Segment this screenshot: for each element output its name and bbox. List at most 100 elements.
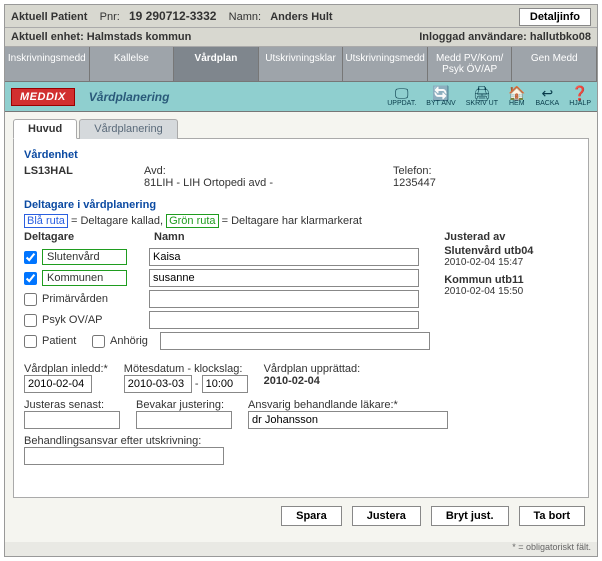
vardplan-inledd-input[interactable] [24, 375, 92, 393]
justerad-1-title: Slutenvård utb04 [444, 245, 578, 257]
label-primarvarden: Primärvården [42, 293, 127, 305]
byt-anv-button[interactable]: 🔄 BYT ANV [426, 86, 455, 107]
behandling-input[interactable] [24, 447, 224, 465]
check-primarvarden[interactable] [24, 293, 37, 306]
uppdat-button[interactable]: 🖵 UPPDAT. [387, 86, 416, 107]
name-primarvarden[interactable] [149, 290, 419, 308]
deltagare-title: Deltagare i vårdplanering [24, 199, 578, 211]
participant-row-slutenvard: Slutenvård [24, 248, 430, 266]
back-icon: ↩ [541, 86, 553, 100]
tab-utskrivningsklar[interactable]: Utskrivningsklar [259, 47, 344, 82]
participant-row-psyk: Psyk OV/AP [24, 311, 430, 329]
justerad-column: Justerad av Slutenvård utb04 2010-02-04 … [444, 231, 578, 353]
inner-tabs: Huvud Vårdplanering [13, 119, 589, 139]
tab-inskrivningsmedd[interactable]: Inskrivningsmedd [5, 47, 90, 82]
name-anhorig[interactable] [160, 332, 430, 350]
check-patient[interactable] [24, 335, 37, 348]
spara-button[interactable]: Spara [281, 506, 342, 526]
inner-tab-vardplanering[interactable]: Vårdplanering [79, 119, 178, 139]
label-psyk: Psyk OV/AP [42, 314, 127, 326]
footnote: * = obligatoriskt fält. [5, 542, 597, 556]
check-slutenvard[interactable] [24, 251, 37, 264]
tab-medd-pvkom[interactable]: Medd PV/Kom/ Psyk ÖV/AP [428, 47, 513, 82]
hjalp-button[interactable]: ❓ HJÄLP [569, 86, 591, 107]
justerad-1-date: 2010-02-04 15:47 [444, 257, 578, 268]
namn-label: Namn: [229, 11, 261, 23]
check-kommunen[interactable] [24, 272, 37, 285]
sub-toolbar: MEDDIX Vårdplanering 🖵 UPPDAT. 🔄 BYT ANV… [5, 82, 597, 112]
ansvarig-input[interactable] [248, 411, 448, 429]
motesdatum-input[interactable] [124, 375, 192, 393]
switch-user-icon: 🔄 [432, 86, 449, 100]
toolbar-icons: 🖵 UPPDAT. 🔄 BYT ANV 🖨 SKRIV UT 🏠 HEM ↩ B… [387, 86, 591, 107]
aktuell-enhet-value: Halmstads kommun [87, 31, 192, 43]
telefon-value: 1235447 [393, 177, 436, 189]
footer-buttons: Spara Justera Bryt just. Ta bort [13, 498, 589, 530]
help-icon: ❓ [571, 86, 588, 100]
motes-sep: - [195, 378, 199, 390]
legend-blue-text: = Deltagare kallad, [71, 215, 166, 227]
legend-green: Grön ruta [166, 214, 218, 228]
participant-row-primarvarden: Primärvården [24, 290, 430, 308]
ta-bort-button[interactable]: Ta bort [519, 506, 585, 526]
inner-tab-huvud[interactable]: Huvud [13, 119, 77, 139]
motestid-input[interactable] [202, 375, 248, 393]
legend-blue: Blå ruta [24, 214, 68, 228]
justeras-senast-input[interactable] [24, 411, 120, 429]
label-patient: Patient [42, 335, 92, 347]
detaljinfo-button[interactable]: Detaljinfo [519, 8, 591, 26]
print-icon: 🖨 [473, 86, 491, 100]
justera-button[interactable]: Justera [352, 506, 421, 526]
inloggad-user: hallutbko08 [530, 31, 591, 43]
col-deltagare: Deltagare [24, 231, 154, 243]
upprattad-label: Vårdplan upprättad: [264, 363, 361, 375]
legend: Blå ruta = Deltagare kallad, Grön ruta =… [24, 215, 578, 227]
name-psyk[interactable] [149, 311, 419, 329]
aktuell-patient-label: Aktuell Patient [11, 11, 87, 23]
app-frame: Aktuell Patient Pnr: 19 290712-3332 Namn… [4, 4, 598, 557]
legend-green-text: = Deltagare har klarmarkerat [222, 215, 362, 227]
namn-value: Anders Hult [270, 11, 332, 23]
justerad-av-title: Justerad av [444, 231, 578, 243]
upprattad-value: 2010-02-04 [264, 375, 361, 387]
tab-vardplan[interactable]: Vårdplan [174, 47, 259, 82]
backa-button[interactable]: ↩ BACKA [535, 86, 559, 107]
check-anhorig[interactable] [92, 335, 105, 348]
vardenhet-title: Vårdenhet [24, 149, 578, 161]
justeras-senast-label: Justeras senast: [24, 399, 120, 411]
participant-row-patient-anhorig: Patient Anhörig [24, 332, 430, 350]
unit-header: Aktuell enhet: Halmstads kommun Inloggad… [5, 28, 597, 47]
aktuell-enhet-label: Aktuell enhet: [11, 31, 84, 43]
label-slutenvard: Slutenvård [42, 249, 127, 265]
justerad-2-date: 2010-02-04 15:50 [444, 286, 578, 297]
tab-kallelse[interactable]: Kallelse [90, 47, 175, 82]
skriv-ut-button[interactable]: 🖨 SKRIV UT [466, 86, 498, 107]
content-area: Huvud Vårdplanering Vårdenhet LS13HAL Av… [5, 112, 597, 542]
unit-code: LS13HAL [24, 165, 73, 177]
telefon-label: Telefon: [393, 165, 436, 177]
avd-value: 81LIH - LIH Ortopedi avd - [144, 177, 273, 189]
patient-header: Aktuell Patient Pnr: 19 290712-3332 Namn… [5, 5, 597, 28]
brand-logo: MEDDIX [11, 88, 75, 106]
bevakar-label: Bevakar justering: [136, 399, 232, 411]
subbar-title: Vårdplanering [89, 90, 170, 104]
motesdatum-label: Mötesdatum - klockslag: [124, 363, 248, 375]
refresh-icon: 🖵 [395, 86, 409, 100]
name-slutenvard[interactable] [149, 248, 419, 266]
label-kommunen: Kommunen [42, 270, 127, 286]
pnr-value: 19 290712-3332 [129, 9, 216, 23]
participant-row-kommunen: Kommunen [24, 269, 430, 287]
bryt-just-button[interactable]: Bryt just. [431, 506, 509, 526]
bevakar-input[interactable] [136, 411, 232, 429]
avd-label: Avd: [144, 165, 273, 177]
tab-utskrivningsmedd[interactable]: Utskrivningsmedd [343, 47, 428, 82]
vardplan-inledd-label: Vårdplan inledd:* [24, 363, 108, 375]
tab-gen-medd[interactable]: Gen Medd [512, 47, 597, 82]
col-namn: Namn [154, 231, 185, 243]
hem-button[interactable]: 🏠 HEM [508, 86, 525, 107]
name-kommunen[interactable] [149, 269, 419, 287]
check-psyk[interactable] [24, 314, 37, 327]
home-icon: 🏠 [508, 86, 525, 100]
behandling-label: Behandlingsansvar efter utskrivning: [24, 435, 224, 447]
justerad-2-title: Kommun utb11 [444, 274, 578, 286]
